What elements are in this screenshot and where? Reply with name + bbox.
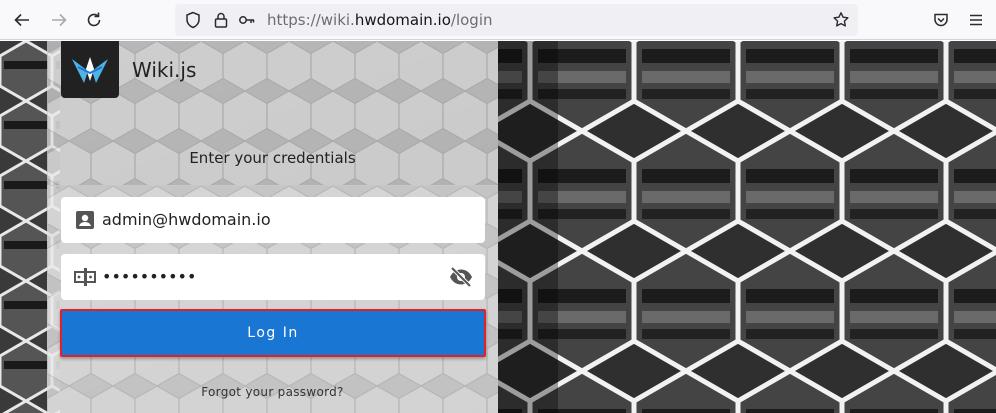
password-field[interactable]: •••••••••• <box>61 254 485 300</box>
star-icon[interactable] <box>832 11 850 29</box>
back-arrow-icon[interactable] <box>8 6 36 34</box>
account-box-icon <box>76 211 94 229</box>
reload-icon[interactable] <box>80 6 108 34</box>
pocket-icon[interactable] <box>927 6 955 34</box>
email-value[interactable]: admin@hwdomain.io <box>102 197 271 243</box>
wikijs-logo <box>61 41 119 98</box>
email-field[interactable]: admin@hwdomain.io <box>61 197 485 243</box>
login-subtitle: Enter your credentials <box>189 149 356 167</box>
address-bar[interactable]: https://wiki.hwdomain.io/login <box>175 4 858 36</box>
url-text[interactable]: https://wiki.hwdomain.io/login <box>267 4 493 36</box>
browser-toolbar: https://wiki.hwdomain.io/login <box>0 0 996 40</box>
eye-off-icon[interactable] <box>449 266 473 288</box>
brand-name: Wiki.js <box>132 58 197 82</box>
form-textbox-password-icon <box>74 268 96 286</box>
forgot-password-link[interactable]: Forgot your password? <box>47 385 498 399</box>
login-panel: Wiki.js Enter your credentials admin@hwd… <box>47 41 498 413</box>
wikijs-logo-icon <box>72 56 108 83</box>
lock-icon[interactable] <box>212 11 230 29</box>
password-value[interactable]: •••••••••• <box>102 254 196 300</box>
menu-icon[interactable] <box>962 6 990 34</box>
login-header: Wiki.js Enter your credentials <box>47 41 498 185</box>
forward-arrow-icon[interactable] <box>45 6 73 34</box>
login-button[interactable]: Log In <box>60 309 486 357</box>
shield-icon[interactable] <box>184 11 202 29</box>
key-icon[interactable] <box>238 11 256 29</box>
